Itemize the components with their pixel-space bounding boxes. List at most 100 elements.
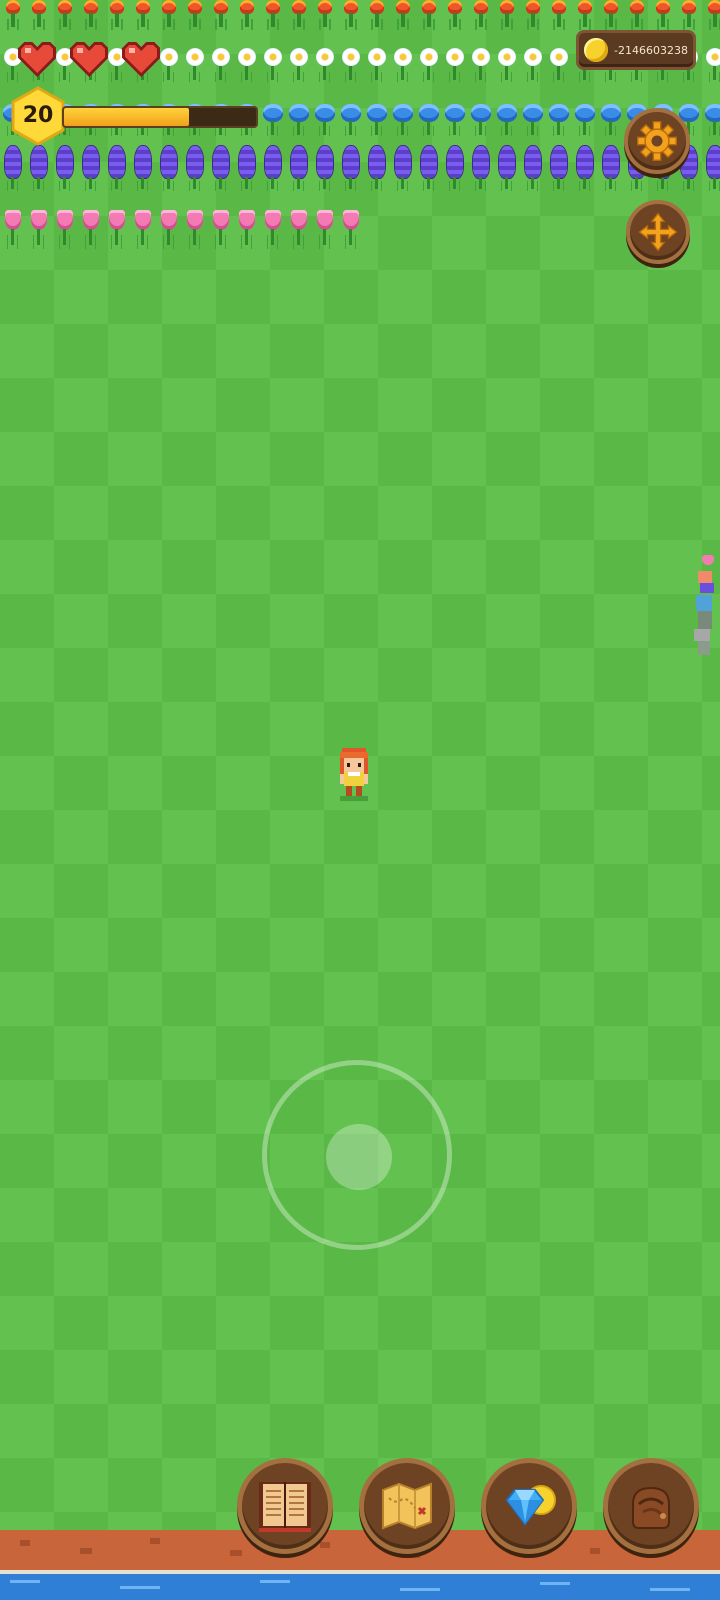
flower-tile — [182, 144, 208, 192]
flower-tile — [286, 0, 312, 30]
shop-button[interactable] — [481, 1458, 577, 1554]
flower-tile — [104, 206, 130, 250]
flower-tile — [260, 206, 286, 250]
flower-tile — [312, 100, 338, 136]
bag-icon — [632, 1486, 670, 1529]
flower-tile — [234, 42, 260, 82]
flower-tile — [442, 0, 468, 30]
coin-count: -2146603238 — [614, 43, 688, 57]
flower-tile — [416, 0, 442, 30]
flower-tile — [520, 42, 546, 82]
flower-tile — [182, 206, 208, 250]
coin-icon — [584, 38, 608, 62]
flower-tile — [182, 42, 208, 82]
flower-tile — [598, 144, 624, 192]
flower-tile — [338, 42, 364, 82]
flower-tile — [26, 0, 52, 30]
flower-tile — [78, 0, 104, 30]
flower-tile — [598, 0, 624, 30]
flower-tile — [520, 0, 546, 30]
flower-tile — [572, 0, 598, 30]
move-arrows-icon — [638, 212, 678, 252]
flower-tile — [572, 100, 598, 136]
flower-tile — [442, 100, 468, 136]
flower-tile — [468, 42, 494, 82]
flower-tile — [390, 42, 416, 82]
flower-tile — [572, 144, 598, 192]
flower-tile — [130, 206, 156, 250]
flower-tile — [52, 0, 78, 30]
flower-tile — [390, 100, 416, 136]
flower-tile — [546, 42, 572, 82]
player-character — [334, 746, 374, 802]
flower-tile — [338, 206, 364, 250]
flower-tile — [676, 0, 702, 30]
flower-tile — [546, 0, 572, 30]
xp-bar-fill — [64, 108, 189, 126]
flower-tile — [286, 206, 312, 250]
flower-tile — [650, 0, 676, 30]
flower-tile — [208, 144, 234, 192]
settings-button[interactable] — [624, 108, 690, 174]
flower-tile — [598, 100, 624, 136]
flower-tile — [260, 0, 286, 30]
flower-tile — [312, 42, 338, 82]
flower-tile — [286, 42, 312, 82]
flower-tile — [234, 144, 260, 192]
offscreen-creature — [694, 555, 714, 655]
flower-tile — [702, 100, 720, 136]
flower-tile — [442, 144, 468, 192]
move-button[interactable] — [626, 200, 690, 264]
coin-counter: -2146603238 — [576, 30, 696, 70]
flower-tile — [338, 100, 364, 136]
level-badge: 20 — [10, 86, 66, 146]
flower-tile — [702, 42, 720, 82]
flower-tile — [364, 144, 390, 192]
flower-tile — [156, 144, 182, 192]
joystick-knob[interactable] — [326, 1124, 392, 1190]
flower-tile — [104, 144, 130, 192]
flower-tile — [312, 206, 338, 250]
flower-tile — [520, 144, 546, 192]
flower-tile — [468, 100, 494, 136]
flower-tile — [546, 144, 572, 192]
heart-icon — [118, 38, 164, 80]
flower-tile — [312, 144, 338, 192]
flower-tile — [624, 0, 650, 30]
flower-tile — [208, 0, 234, 30]
inventory-button[interactable] — [603, 1458, 699, 1554]
health-hearts — [14, 38, 164, 80]
flower-tile — [702, 144, 720, 192]
flower-tile — [234, 206, 260, 250]
flower-tile — [52, 206, 78, 250]
flower-tile — [416, 144, 442, 192]
red-flower-row — [0, 0, 720, 30]
flower-tile — [182, 0, 208, 30]
flower-tile — [364, 42, 390, 82]
flower-tile — [390, 144, 416, 192]
flower-tile — [0, 144, 26, 192]
gem-coin-icon — [505, 1485, 556, 1526]
ground-strip — [0, 1530, 720, 1600]
gear-icon — [637, 121, 677, 161]
flower-tile — [130, 144, 156, 192]
flower-tile — [442, 42, 468, 82]
flower-tile — [494, 100, 520, 136]
flower-tile — [208, 42, 234, 82]
map-button[interactable] — [359, 1458, 455, 1554]
map-icon — [382, 1482, 432, 1530]
journal-button[interactable] — [237, 1458, 333, 1554]
flower-tile — [260, 42, 286, 82]
flower-tile — [260, 144, 286, 192]
flower-tile — [260, 100, 286, 136]
flower-tile — [520, 100, 546, 136]
flower-tile — [338, 0, 364, 30]
heart-icon — [14, 38, 60, 80]
pink-tulip-row — [0, 206, 380, 250]
flower-tile — [0, 206, 26, 250]
xp-bar — [62, 106, 258, 128]
flower-tile — [416, 42, 442, 82]
flower-tile — [208, 206, 234, 250]
heart-icon — [66, 38, 112, 80]
flower-tile — [78, 206, 104, 250]
